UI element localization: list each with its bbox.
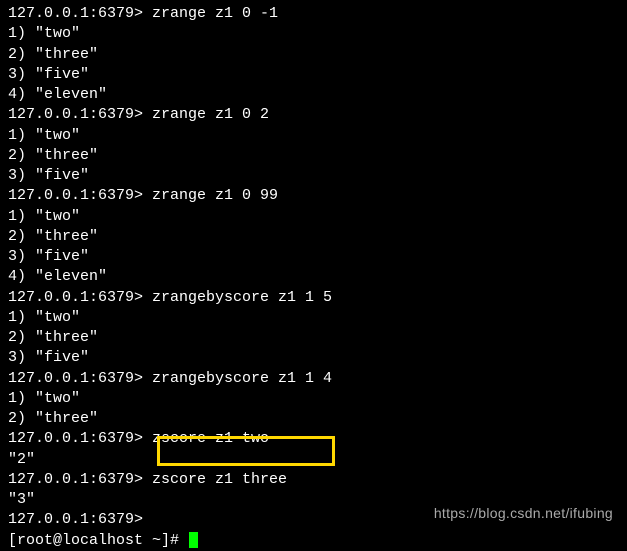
terminal-line: 2) "three": [8, 45, 619, 65]
output-text: 4) "eleven": [8, 86, 107, 103]
cursor-icon: [189, 532, 198, 548]
terminal-line: 4) "eleven": [8, 85, 619, 105]
output-text: 1) "two": [8, 127, 80, 144]
watermark-text: https://blog.csdn.net/ifubing: [434, 504, 613, 523]
redis-prompt: 127.0.0.1:6379>: [8, 370, 143, 387]
command-text: zscore z1 two: [143, 430, 269, 447]
terminal-line: 2) "three": [8, 409, 619, 429]
terminal-line: 3) "five": [8, 166, 619, 186]
terminal-line: 127.0.0.1:6379> zscore z1 two: [8, 429, 619, 449]
command-text: zscore z1 three: [143, 471, 287, 488]
terminal-line: 1) "two": [8, 389, 619, 409]
redis-prompt: 127.0.0.1:6379>: [8, 187, 143, 204]
terminal-line: 3) "five": [8, 247, 619, 267]
redis-prompt: 127.0.0.1:6379>: [8, 471, 143, 488]
terminal-line: 1) "two": [8, 207, 619, 227]
terminal-line: 127.0.0.1:6379> zrangebyscore z1 1 5: [8, 288, 619, 308]
terminal-line: 127.0.0.1:6379> zrange z1 0 -1: [8, 4, 619, 24]
output-text: "3": [8, 491, 35, 508]
output-text: 3) "five": [8, 66, 89, 83]
redis-prompt: 127.0.0.1:6379>: [8, 430, 143, 447]
output-text: 1) "two": [8, 25, 80, 42]
terminal-line: 1) "two": [8, 308, 619, 328]
terminal-line: "2": [8, 450, 619, 470]
output-text: 3) "five": [8, 248, 89, 265]
redis-prompt: 127.0.0.1:6379>: [8, 289, 143, 306]
output-text: 1) "two": [8, 390, 80, 407]
output-text: 1) "two": [8, 208, 80, 225]
terminal-line: 127.0.0.1:6379> zscore z1 three: [8, 470, 619, 490]
terminal-output[interactable]: 127.0.0.1:6379> zrange z1 0 -11) "two"2)…: [8, 4, 619, 551]
output-text: "2": [8, 451, 35, 468]
redis-prompt: 127.0.0.1:6379>: [8, 106, 143, 123]
output-text: 2) "three": [8, 228, 98, 245]
terminal-line: 127.0.0.1:6379> zrangebyscore z1 1 4: [8, 369, 619, 389]
output-text: 2) "three": [8, 147, 98, 164]
terminal-line: 3) "five": [8, 65, 619, 85]
terminal-line: 4) "eleven": [8, 267, 619, 287]
output-text: 3) "five": [8, 167, 89, 184]
output-text: 2) "three": [8, 410, 98, 427]
terminal-line: 2) "three": [8, 227, 619, 247]
redis-prompt: 127.0.0.1:6379>: [8, 511, 143, 528]
terminal-line: 3) "five": [8, 348, 619, 368]
command-text: zrangebyscore z1 1 5: [143, 289, 332, 306]
terminal-line: 127.0.0.1:6379> zrange z1 0 2: [8, 105, 619, 125]
redis-prompt: 127.0.0.1:6379>: [8, 5, 143, 22]
terminal-line: 2) "three": [8, 146, 619, 166]
terminal-line: 2) "three": [8, 328, 619, 348]
output-text: 4) "eleven": [8, 268, 107, 285]
output-text: 2) "three": [8, 46, 98, 63]
output-text: 2) "three": [8, 329, 98, 346]
command-text: zrange z1 0 2: [143, 106, 269, 123]
terminal-line: [root@localhost ~]#: [8, 531, 619, 551]
terminal-line: 1) "two": [8, 24, 619, 44]
output-text: 1) "two": [8, 309, 80, 326]
output-text: 3) "five": [8, 349, 89, 366]
command-text: zrange z1 0 -1: [143, 5, 278, 22]
command-text: zrangebyscore z1 1 4: [143, 370, 332, 387]
terminal-line: 127.0.0.1:6379> zrange z1 0 99: [8, 186, 619, 206]
shell-prompt: [root@localhost ~]#: [8, 532, 188, 549]
command-text: zrange z1 0 99: [143, 187, 278, 204]
terminal-line: 1) "two": [8, 126, 619, 146]
